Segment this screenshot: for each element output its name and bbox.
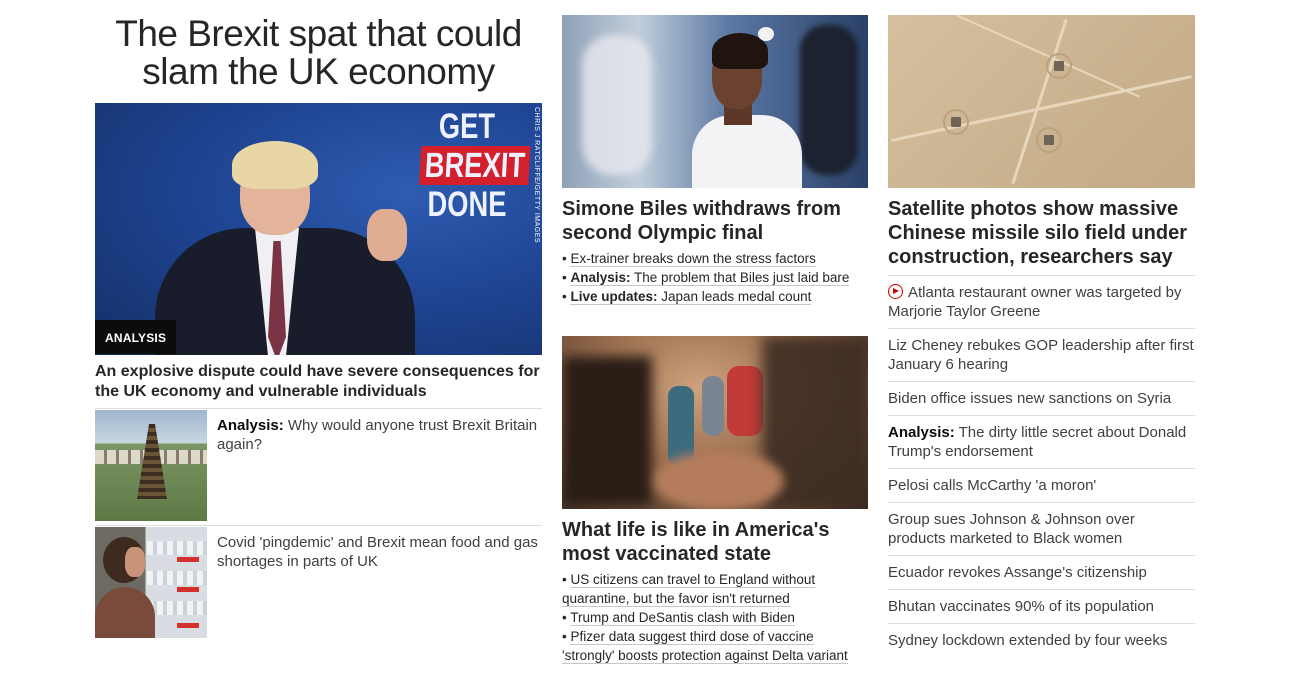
sign-line-3: DONE xyxy=(427,185,507,224)
side-story-thumbnail[interactable] xyxy=(95,410,207,521)
headline-link[interactable]: Group sues Johnson & Johnson over produc… xyxy=(888,511,1135,547)
photo-credit: CHRIS J RATCLIFFE/GETTY IMAGES xyxy=(533,107,540,244)
thumbnail-shopper-face xyxy=(125,547,145,577)
live-updates-label: Live updates: xyxy=(570,289,658,304)
headline-link[interactable]: Sydney lockdown extended by four weeks xyxy=(888,632,1167,649)
analysis-badge: ANALYSIS xyxy=(95,320,177,354)
headline-link[interactable]: Liz Cheney rebukes GOP leadership after … xyxy=(888,337,1194,373)
headline-list-item: Analysis: The dirty little secret about … xyxy=(888,416,1195,469)
related-link[interactable]: Trump and DeSantis clash with Biden xyxy=(570,610,795,626)
related-link[interactable]: Analysis: The problem that Biles just la… xyxy=(570,270,850,286)
related-link-item: • Pfizer data suggest third dose of vacc… xyxy=(562,629,848,664)
silo-site xyxy=(951,117,961,127)
gymnast-hair-bow xyxy=(758,27,774,41)
thumbnail-shelf xyxy=(147,601,207,615)
middle-column: Simone Biles withdraws from second Olymp… xyxy=(562,0,868,665)
background-person xyxy=(727,366,763,436)
side-story-thumbnail[interactable] xyxy=(95,527,207,638)
biles-image-link[interactable] xyxy=(562,15,868,188)
sign-line-2: BREXIT xyxy=(419,146,531,185)
headline-link[interactable]: Atlanta restaurant owner was targeted by… xyxy=(888,284,1182,320)
thumbnail-shelf xyxy=(147,571,207,585)
related-link-item: • Trump and DeSantis clash with Biden xyxy=(562,610,795,626)
lead-column: The Brexit spat that could slam the UK e… xyxy=(95,0,542,643)
headline-list-item: Group sues Johnson & Johnson over produc… xyxy=(888,503,1195,556)
headline-list-item: Ecuador revokes Assange's citizenship xyxy=(888,556,1195,590)
foreground-blur xyxy=(562,356,652,506)
headline-link[interactable]: Pelosi calls McCarthy 'a moron' xyxy=(888,477,1096,494)
side-story-link[interactable]: Analysis: Why would anyone trust Brexit … xyxy=(207,410,542,525)
headline-list-item: Atlanta restaurant owner was targeted by… xyxy=(888,276,1195,329)
related-link-item: • US citizens can travel to England with… xyxy=(562,572,816,607)
headline-text: Atlanta restaurant owner was targeted by… xyxy=(888,284,1182,320)
thumbnail-price-tag xyxy=(177,557,199,562)
related-link[interactable]: Live updates: Japan leads medal count xyxy=(570,289,812,305)
side-story: Covid 'pingdemic' and Brexit mean food a… xyxy=(95,526,542,643)
biles-headline-link[interactable]: Simone Biles withdraws from second Olymp… xyxy=(562,188,868,245)
vaccine-related-links: • US citizens can travel to England with… xyxy=(562,566,868,665)
hero-person-thumbs-up xyxy=(367,209,407,261)
gymnast-jacket xyxy=(692,115,802,188)
hero-image-link[interactable]: GET BREXIT DONE CHRIS J RATCLIFFE/GETTY … xyxy=(95,103,542,355)
sign-line-1: GET xyxy=(438,107,496,146)
hero-dek-link[interactable]: An explosive dispute could have severe c… xyxy=(95,355,542,409)
background-figure xyxy=(800,25,858,175)
thumbnail-shelf xyxy=(147,541,207,555)
headline-link[interactable]: Bhutan vaccinates 90% of its population xyxy=(888,598,1154,615)
related-link[interactable]: Ex-trainer breaks down the stress factor… xyxy=(570,251,816,267)
related-text: The problem that Biles just laid bare xyxy=(630,270,850,285)
related-link[interactable]: US citizens can travel to England withou… xyxy=(562,572,816,607)
headline-list-item: Sydney lockdown extended by four weeks xyxy=(888,624,1195,657)
silo-site xyxy=(1054,61,1064,71)
related-link[interactable]: Pfizer data suggest third dose of vaccin… xyxy=(562,629,848,664)
headline-link[interactable]: Analysis: The dirty little secret about … xyxy=(888,424,1186,460)
satellite-image-link[interactable] xyxy=(888,15,1195,188)
right-column: Satellite photos show massive Chinese mi… xyxy=(888,0,1195,657)
headline-list-item: Biden office issues new sanctions on Syr… xyxy=(888,382,1195,416)
background-person xyxy=(702,376,724,436)
analysis-label: Analysis: xyxy=(888,424,955,441)
thumbnail-shopper-body xyxy=(95,587,155,638)
side-story-title: Covid 'pingdemic' and Brexit mean food a… xyxy=(217,534,538,570)
hero-person-hair xyxy=(232,141,318,189)
side-story-link[interactable]: Covid 'pingdemic' and Brexit mean food a… xyxy=(207,527,542,643)
biles-related-links: • Ex-trainer breaks down the stress fact… xyxy=(562,245,868,306)
related-link-item: • Live updates: Japan leads medal count xyxy=(562,289,812,305)
related-link-item: • Analysis: The problem that Biles just … xyxy=(562,270,850,286)
lead-headline-link[interactable]: The Brexit spat that could slam the UK e… xyxy=(95,0,542,103)
analysis-label: Analysis: xyxy=(217,417,284,434)
background-figure xyxy=(582,35,652,175)
headline-list: Atlanta restaurant owner was targeted by… xyxy=(888,276,1195,657)
analysis-label: Analysis: xyxy=(570,270,631,285)
vaccinated-state-headline-link[interactable]: What life is like in America's most vacc… xyxy=(562,509,868,566)
satellite-road xyxy=(956,15,1140,98)
headline-list-item: Bhutan vaccinates 90% of its population xyxy=(888,590,1195,624)
thumbnail-price-tag xyxy=(177,587,199,592)
headline-list-item: Liz Cheney rebukes GOP leadership after … xyxy=(888,329,1195,382)
silo-site xyxy=(1044,135,1054,145)
foreground-hand xyxy=(654,451,784,509)
side-story: Analysis: Why would anyone trust Brexit … xyxy=(95,409,542,526)
headline-list-item: Pelosi calls McCarthy 'a moron' xyxy=(888,469,1195,503)
related-link-item: • Ex-trainer breaks down the stress fact… xyxy=(562,251,816,267)
thumbnail-price-tag xyxy=(177,623,199,628)
silo-headline-link[interactable]: Satellite photos show massive Chinese mi… xyxy=(888,188,1195,276)
headline-link[interactable]: Biden office issues new sanctions on Syr… xyxy=(888,390,1171,407)
vaccinated-state-image-link[interactable] xyxy=(562,336,868,509)
related-text: Japan leads medal count xyxy=(657,289,812,304)
campaign-sign: GET BREXIT DONE xyxy=(419,107,531,224)
related-text: Ex-trainer breaks down the stress factor… xyxy=(570,251,816,266)
play-circle-icon xyxy=(888,284,903,299)
headline-link[interactable]: Ecuador revokes Assange's citizenship xyxy=(888,564,1147,581)
